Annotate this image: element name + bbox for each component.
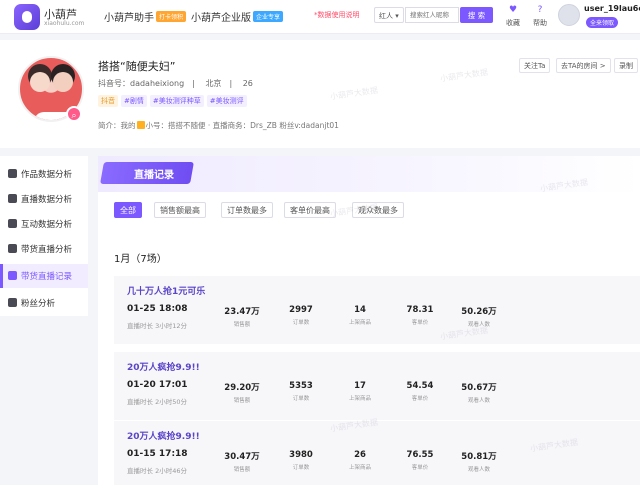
nav-assistant[interactable]: 小葫芦助手 打卡领积 xyxy=(104,9,187,24)
streamer-age: 26 xyxy=(242,79,253,88)
record-date: 01-25 18:08 xyxy=(127,304,188,314)
stat-sales: 23.47万 销售额 xyxy=(224,307,260,328)
platform-tag: 抖音 xyxy=(98,95,118,107)
search-button[interactable]: 搜 索 xyxy=(460,7,493,23)
gift-icon xyxy=(136,121,145,129)
sidebar-item-interaction[interactable]: 互动数据分析 xyxy=(0,212,88,236)
sidebar-item-label: 作品数据分析 xyxy=(21,170,73,180)
live-record-card[interactable]: 20万人疯抢9.9!! 01-15 17:18 直播时长 2小时46分 30.4… xyxy=(114,421,640,485)
filter-sales[interactable]: 销售额最高 xyxy=(154,202,206,218)
nav-enterprise[interactable]: 小葫芦企业版 企业专享 xyxy=(191,9,284,24)
profile-card: ⌕ 搭搭“随便夫妇” 抖音号：dadaheixiong | 北京 | 26 抖音 #剧… xyxy=(0,40,640,148)
stat-viewers: 50.67万 观看人数 xyxy=(461,383,497,404)
streamer-intro: 简介：我的 小号：搭搭不随便 · 直播商务：Drs_ZB 粉丝v:dadanjt0… xyxy=(98,120,339,131)
nav-assistant-label: 小葫芦助手 xyxy=(104,13,154,24)
filter-viewers[interactable]: 观众数最多 xyxy=(352,202,404,218)
sidebar-item-label: 直播数据分析 xyxy=(21,195,73,205)
stat-viewers: 50.26万 观看人数 xyxy=(461,307,497,328)
tag-list: 抖音 #剧情 #美妆测评种草 #美妆测评 xyxy=(98,95,250,107)
search-type-select[interactable]: 红人 ▾ xyxy=(374,7,404,23)
live-record-card[interactable]: 几十万人抢1元可乐 01-25 18:08 直播时长 3小时12分 23.47万… xyxy=(114,276,640,344)
follow-button[interactable]: 关注Ta xyxy=(519,58,551,73)
sidebar-item-live[interactable]: 直播数据分析 xyxy=(0,187,88,211)
sidebar-item-label: 带货直播记录 xyxy=(21,272,73,282)
sidebar-item-commerce-records[interactable]: 带货直播记录 xyxy=(0,264,88,288)
nav-enterprise-label: 小葫芦企业版 xyxy=(191,13,251,24)
nav-assistant-tag: 打卡领积 xyxy=(156,11,187,22)
stat-price: 54.54 客单价 xyxy=(406,381,434,402)
month-heading: 1月（7场） xyxy=(114,254,167,265)
section-banner: 直播记录 xyxy=(98,156,640,192)
stat-items: 17 上架商品 xyxy=(348,381,371,402)
douyin-id: 抖音号：dadaheixiong xyxy=(98,79,185,88)
sidebar-item-works[interactable]: 作品数据分析 xyxy=(0,162,88,186)
zoom-icon[interactable]: ⌕ xyxy=(66,106,82,122)
live-icon xyxy=(8,194,17,203)
stat-orders: 2997 订单数 xyxy=(289,305,313,326)
stat-viewers: 50.81万 观看人数 xyxy=(461,452,497,473)
category-tag: #剧情 xyxy=(121,95,147,107)
video-icon xyxy=(8,169,17,178)
collect-button[interactable]: ♥ 收藏 xyxy=(502,4,524,28)
intro-text: 小号：搭搭不随便 · 直播商务：Drs_ZB 粉丝v:dadanjt01 xyxy=(145,121,339,130)
filter-orders[interactable]: 订单数最多 xyxy=(221,202,273,218)
streamer-info: 抖音号：dadaheixiong | 北京 | 26 xyxy=(98,79,253,88)
section-title: 直播记录 xyxy=(134,170,174,181)
intro-prefix: 简介：我的 xyxy=(98,121,136,130)
record-icon xyxy=(8,271,17,280)
search-type-value: 红人 xyxy=(379,12,393,20)
sidebar-item-label: 粉丝分析 xyxy=(21,299,56,309)
brand-url: xiaohulu.com xyxy=(44,20,85,27)
user-avatar[interactable] xyxy=(558,4,580,26)
sidebar-item-fans[interactable]: 粉丝分析 xyxy=(0,291,88,315)
record-date: 01-15 17:18 xyxy=(127,449,188,459)
stat-items: 26 上架商品 xyxy=(348,450,371,471)
username[interactable]: user_19lau6ou xyxy=(584,4,640,13)
sidebar-item-label: 带货直播分析 xyxy=(21,245,73,255)
record-title: 20万人疯抢9.9!! xyxy=(127,363,200,373)
data-notice-link[interactable]: *数据使用说明 xyxy=(314,10,360,20)
collect-icon: ♥ xyxy=(508,5,518,15)
stat-sales: 30.47万 销售额 xyxy=(224,452,260,473)
sidebar-item-commerce[interactable]: 带货直播分析 xyxy=(0,237,88,261)
top-bar: 小葫芦 xiaohulu.com 小葫芦助手 打卡领积 小葫芦企业版 企业专享 *数… xyxy=(0,0,640,34)
streamer-city: 北京 xyxy=(205,79,222,88)
streamer-name: 搭搭“随便夫妇” xyxy=(98,60,176,73)
record-duration: 直播时长 2小时50分 xyxy=(127,398,187,406)
filter-price[interactable]: 客单价最高 xyxy=(284,202,336,218)
record-title: 几十万人抢1元可乐 xyxy=(127,287,206,297)
sidebar-item-label: 互动数据分析 xyxy=(21,220,73,230)
sidebar: 作品数据分析 直播数据分析 互动数据分析 带货直播分析 带货直播记录 粉丝分析 xyxy=(0,156,88,316)
record-date: 01-20 17:01 xyxy=(127,380,188,390)
filter-all[interactable]: 全部 xyxy=(114,202,142,218)
stat-price: 78.31 客单价 xyxy=(406,305,434,326)
category-tag: #美妆测评种草 xyxy=(149,95,204,107)
chat-icon xyxy=(8,219,17,228)
nav-enterprise-tag: 企业专享 xyxy=(253,11,284,22)
cart-icon xyxy=(8,244,17,253)
logo-icon[interactable] xyxy=(14,4,40,30)
stat-sales: 29.20万 销售额 xyxy=(224,383,260,404)
stat-orders: 3980 订单数 xyxy=(289,450,313,471)
fans-icon xyxy=(8,298,17,307)
live-record-card[interactable]: 20万人疯抢9.9!! 01-20 17:01 直播时长 2小时50分 29.2… xyxy=(114,352,640,420)
help-label: 帮助 xyxy=(533,19,547,27)
help-button[interactable]: ? 帮助 xyxy=(529,4,551,28)
record-duration: 直播时长 2小时46分 xyxy=(127,467,187,475)
search-input[interactable] xyxy=(405,7,459,23)
main-panel: 直播记录 全部 销售额最高 订单数最多 客单价最高 观众数最多 1月（7场） 几… xyxy=(98,156,640,485)
goto-room-button[interactable]: 去TA的房间 > xyxy=(556,58,611,73)
user-badge[interactable]: 全来领取 xyxy=(586,17,619,28)
record-title: 20万人疯抢9.9!! xyxy=(127,432,200,442)
stat-price: 76.55 客单价 xyxy=(406,450,434,471)
category-tag: #美妆测评 xyxy=(206,95,247,107)
stat-orders: 5353 订单数 xyxy=(289,381,313,402)
record-button[interactable]: 录制 xyxy=(614,58,638,73)
stat-items: 14 上架商品 xyxy=(348,305,371,326)
collect-label: 收藏 xyxy=(506,19,520,27)
help-icon: ? xyxy=(537,5,543,15)
record-duration: 直播时长 3小时12分 xyxy=(127,322,187,330)
